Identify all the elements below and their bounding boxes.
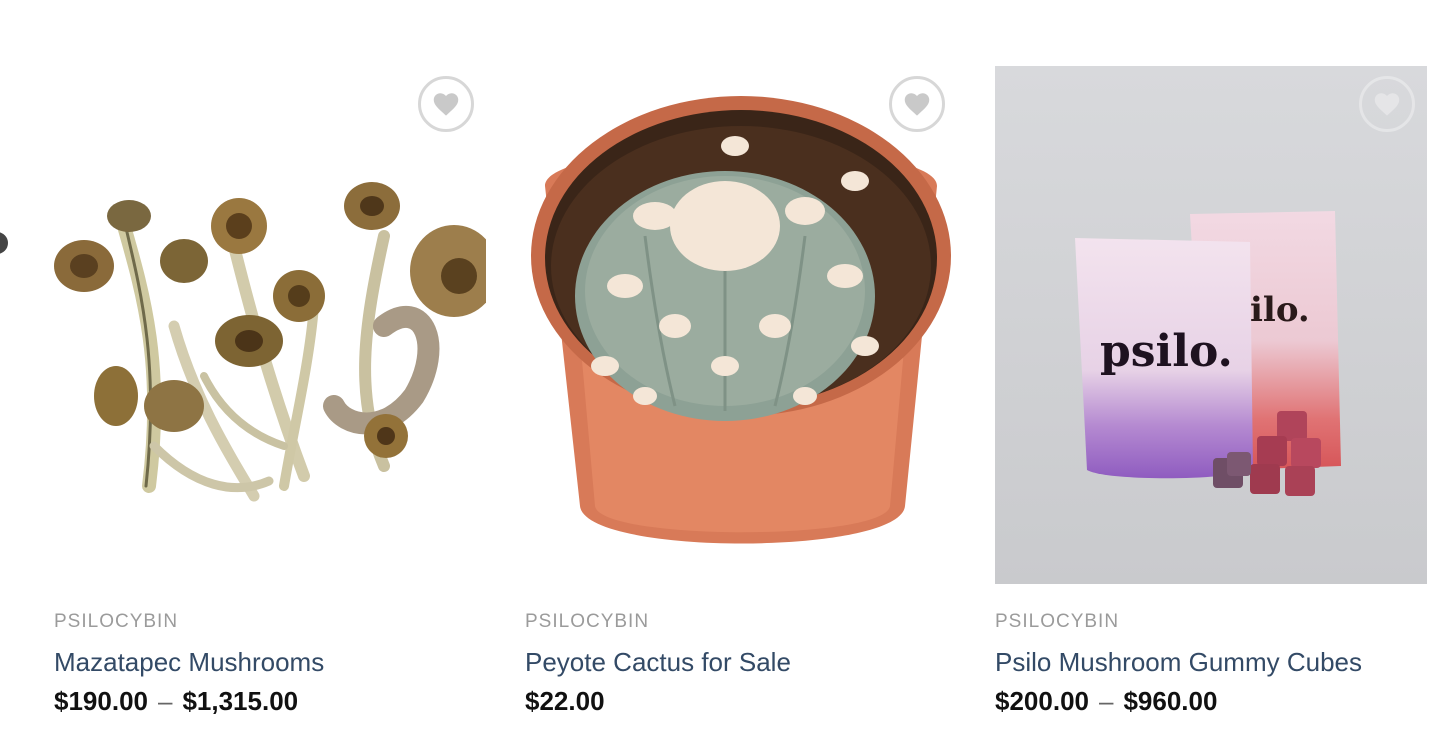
price-low: $190.00: [54, 686, 148, 716]
price-high: $960.00: [1123, 686, 1218, 716]
price-low: $200.00: [995, 686, 1089, 716]
wishlist-button[interactable]: [889, 76, 945, 132]
product-card: PSILOCYBIN Mazatapec Mushrooms $190.00– $…: [54, 66, 486, 716]
product-price: $200.00– $960.00: [995, 686, 1427, 716]
gummy-pouches-image: ilo. psilo.: [1075, 211, 1341, 496]
heart-icon: [433, 93, 459, 116]
price-separator: –: [1098, 686, 1114, 716]
slider-prev-button[interactable]: [0, 232, 8, 254]
price-low: $22.00: [525, 686, 605, 716]
product-price: $190.00– $1,315.00: [54, 686, 486, 716]
pouch-front-text: psilo.: [1100, 326, 1233, 377]
product-category[interactable]: PSILOCYBIN: [54, 610, 486, 634]
product-title-link[interactable]: Mazatapec Mushrooms: [54, 647, 486, 677]
price-separator: –: [157, 686, 173, 716]
potted-cactus-image: [531, 96, 951, 544]
product-title-link[interactable]: Psilo Mushroom Gummy Cubes: [995, 647, 1427, 677]
wishlist-button[interactable]: [1359, 76, 1415, 132]
product-image-link[interactable]: ilo. psilo.: [995, 66, 1427, 584]
wishlist-button[interactable]: [418, 76, 474, 132]
price-high: $1,315.00: [182, 686, 299, 716]
product-card: PSILOCYBIN Peyote Cactus for Sale $22.00: [525, 66, 957, 716]
product-image-link[interactable]: [54, 66, 486, 584]
dried-mushrooms-image: [54, 182, 486, 502]
product-price: $22.00: [525, 686, 957, 716]
product-category[interactable]: PSILOCYBIN: [995, 610, 1427, 634]
heart-icon: [1374, 93, 1400, 116]
product-card: ilo. psilo. PSILOCYBIN Psilo Mushroom Gu…: [995, 66, 1427, 716]
pouch-back-text: ilo.: [1250, 290, 1310, 330]
product-image-link[interactable]: [525, 66, 957, 584]
product-category[interactable]: PSILOCYBIN: [525, 610, 957, 634]
product-title-link[interactable]: Peyote Cactus for Sale: [525, 647, 957, 677]
product-grid: PSILOCYBIN Mazatapec Mushrooms $190.00– $…: [0, 0, 1439, 747]
heart-icon: [904, 93, 930, 116]
